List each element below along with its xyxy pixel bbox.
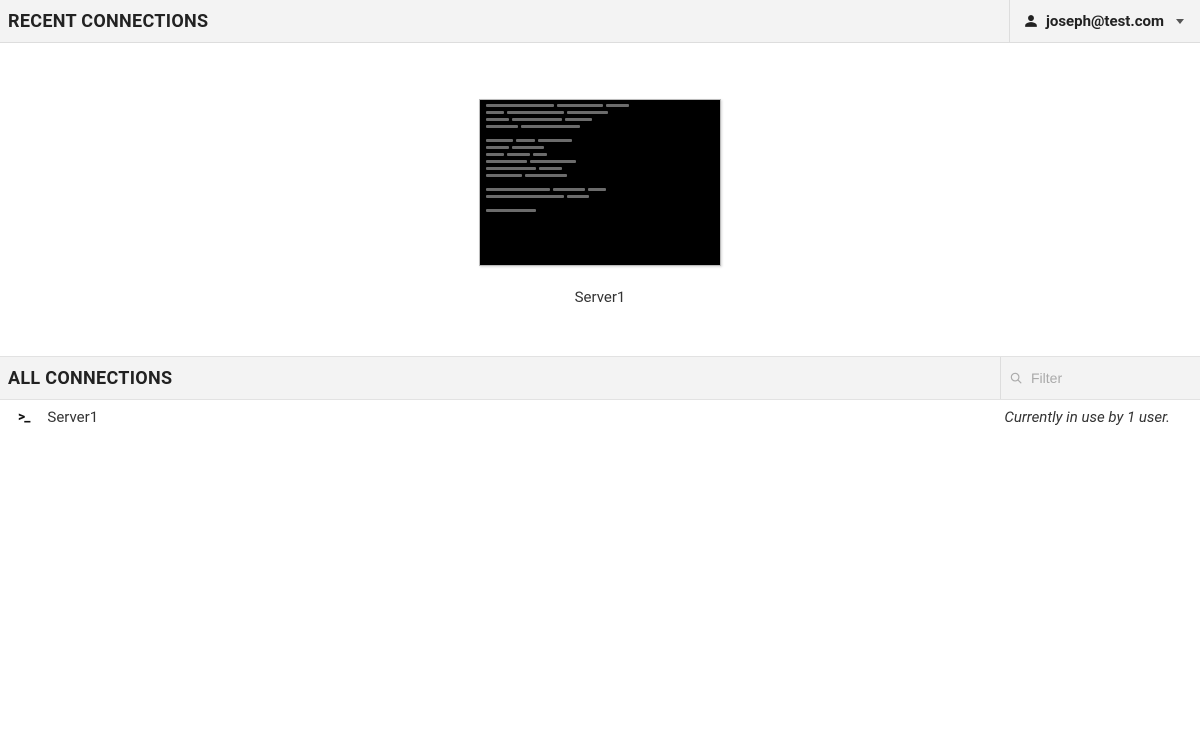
chevron-down-icon xyxy=(1176,19,1184,24)
terminal-thumbnail xyxy=(479,99,721,266)
search-icon xyxy=(1009,371,1023,385)
connection-row-left: >_ Server1 xyxy=(18,408,98,426)
user-icon xyxy=(1024,14,1038,28)
recent-connections-header: RECENT CONNECTIONS joseph@test.com xyxy=(0,0,1200,43)
user-menu[interactable]: joseph@test.com xyxy=(1009,0,1200,42)
all-connections-header: ALL CONNECTIONS xyxy=(0,356,1200,400)
connection-status: Currently in use by 1 user. xyxy=(1004,408,1170,426)
recent-connection-name: Server1 xyxy=(575,288,626,306)
filter-input[interactable] xyxy=(1023,364,1192,392)
terminal-icon: >_ xyxy=(18,409,29,425)
recent-connection-card[interactable]: Server1 xyxy=(479,99,721,306)
filter-box xyxy=(1000,357,1200,399)
recent-connections-area: Server1 xyxy=(0,43,1200,356)
all-connections-title: ALL CONNECTIONS xyxy=(0,357,180,399)
recent-connections-title: RECENT CONNECTIONS xyxy=(0,0,216,42)
user-email: joseph@test.com xyxy=(1046,12,1164,30)
connection-row[interactable]: >_ Server1 Currently in use by 1 user. xyxy=(0,400,1200,434)
connection-name: Server1 xyxy=(47,408,98,426)
